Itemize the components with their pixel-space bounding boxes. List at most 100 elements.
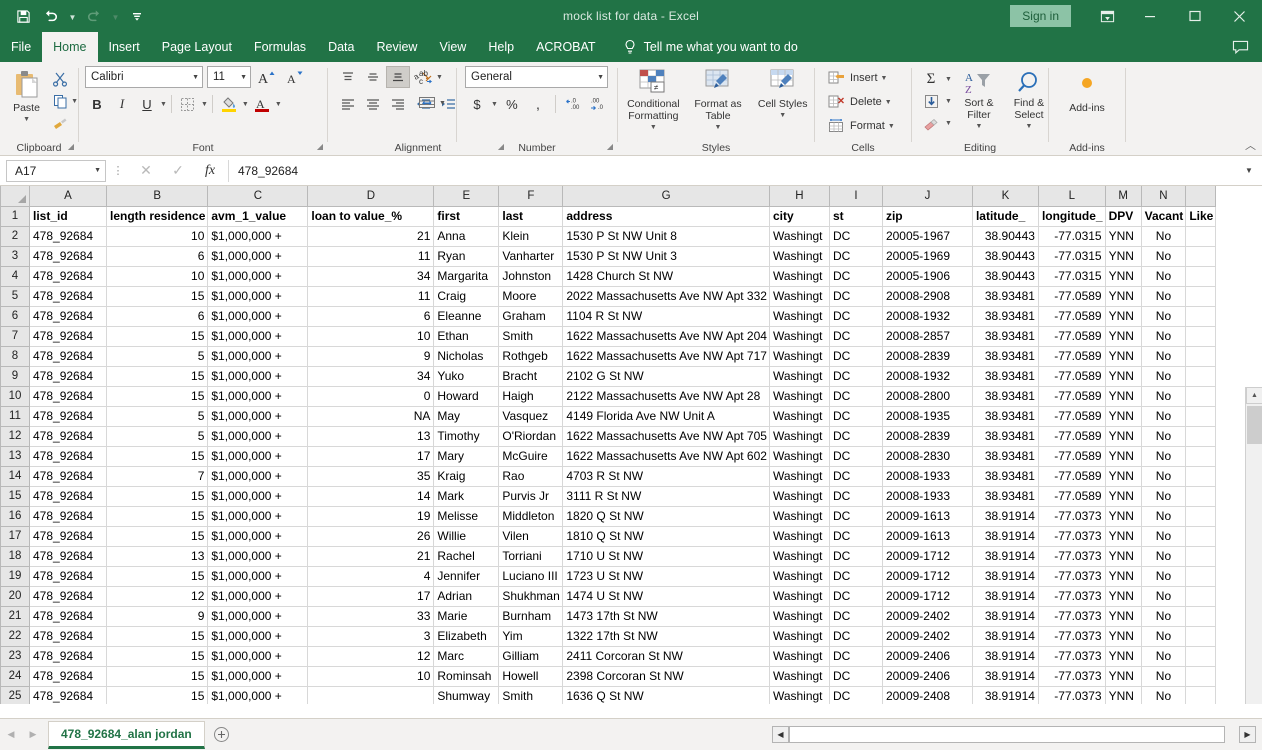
table-cell[interactable]: DC — [829, 466, 883, 487]
table-cell[interactable]: Willie — [433, 526, 500, 547]
table-cell[interactable]: -77.0373 — [1038, 626, 1106, 647]
table-cell[interactable]: 15 — [106, 366, 209, 387]
table-cell[interactable]: 4149 Florida Ave NW Unit A — [562, 406, 770, 427]
table-cell[interactable]: 20009-2402 — [882, 606, 973, 627]
table-cell[interactable]: No — [1141, 386, 1187, 407]
table-cell[interactable]: DC — [829, 386, 883, 407]
table-cell[interactable]: YNN — [1105, 466, 1142, 487]
table-cell[interactable]: 20008-1932 — [882, 366, 973, 387]
table-cell[interactable]: Mark — [433, 486, 500, 507]
table-cell[interactable]: Burnham — [498, 606, 564, 627]
table-cell[interactable]: Yuko — [433, 366, 500, 387]
table-cell[interactable]: 478_92684 — [29, 526, 107, 547]
table-cell[interactable]: 3 — [307, 626, 435, 647]
table-cell[interactable]: Anna — [433, 226, 500, 247]
table-cell[interactable]: 20009-1613 — [882, 526, 973, 547]
table-cell[interactable]: 5 — [106, 346, 209, 367]
clear-button[interactable]: ▼ — [918, 113, 954, 134]
table-cell[interactable] — [1185, 526, 1217, 547]
table-cell[interactable]: 1710 U St NW — [562, 546, 770, 567]
table-cell[interactable]: Washingt — [769, 266, 830, 287]
table-cell[interactable]: $1,000,000 + — [207, 566, 309, 587]
table-cell[interactable]: 12 — [106, 586, 209, 607]
table-cell[interactable]: Washingt — [769, 446, 830, 467]
row-header-13[interactable]: 13 — [0, 445, 30, 467]
table-cell[interactable]: Gilliam — [498, 646, 564, 667]
bold-button[interactable]: B — [85, 93, 109, 115]
table-cell[interactable]: 20005-1967 — [882, 226, 973, 247]
font-dialog-launcher[interactable]: ◢ — [317, 139, 323, 155]
table-cell[interactable]: 12 — [307, 646, 435, 667]
table-cell[interactable] — [1185, 426, 1217, 447]
table-cell[interactable]: YNN — [1105, 266, 1142, 287]
table-cell[interactable]: $1,000,000 + — [207, 646, 309, 667]
table-cell[interactable] — [1185, 666, 1217, 687]
table-cell[interactable]: Marc — [433, 646, 500, 667]
tab-home[interactable]: Home — [42, 32, 98, 62]
fill-dropdown-icon[interactable]: ▼ — [945, 98, 952, 105]
table-cell[interactable]: 20009-1613 — [882, 506, 973, 527]
table-cell[interactable]: No — [1141, 646, 1187, 667]
table-cell[interactable]: 38.93481 — [972, 366, 1039, 387]
table-cell[interactable]: Washingt — [769, 526, 830, 547]
table-cell[interactable] — [1185, 506, 1217, 527]
tab-acrobat[interactable]: ACROBAT — [525, 32, 607, 62]
table-cell[interactable]: No — [1141, 606, 1187, 627]
row-header-22[interactable]: 22 — [0, 625, 30, 647]
ribbon-display-options-icon[interactable] — [1087, 0, 1127, 32]
table-cell[interactable]: -77.0373 — [1038, 526, 1106, 547]
table-cell[interactable]: Washingt — [769, 546, 830, 567]
table-cell[interactable]: DC — [829, 566, 883, 587]
table-cell[interactable]: Torriani — [498, 546, 564, 567]
table-cell[interactable]: Washingt — [769, 386, 830, 407]
table-cell[interactable]: Margarita — [433, 266, 500, 287]
table-cell[interactable]: $1,000,000 + — [207, 626, 309, 647]
table-cell[interactable]: Luciano III — [498, 566, 564, 587]
table-cell[interactable]: Washingt — [769, 246, 830, 267]
vertical-scroll-thumb[interactable] — [1247, 406, 1262, 444]
table-cell[interactable]: Washingt — [769, 326, 830, 347]
table-cell[interactable]: DC — [829, 266, 883, 287]
table-cell[interactable]: 15 — [106, 566, 209, 587]
table-cell[interactable]: 38.90443 — [972, 226, 1039, 247]
table-cell[interactable] — [1185, 446, 1217, 467]
table-cell[interactable]: 38.91914 — [972, 606, 1039, 627]
table-cell[interactable]: YNN — [1105, 286, 1142, 307]
table-cell[interactable]: 20008-2857 — [882, 326, 973, 347]
column-header-d[interactable]: D — [307, 186, 435, 207]
table-cell[interactable]: -77.0589 — [1038, 366, 1106, 387]
column-header-m[interactable]: M — [1104, 186, 1142, 207]
font-size-combo[interactable]: 11 ▼ — [207, 66, 251, 88]
table-cell[interactable]: 20009-2406 — [882, 666, 973, 687]
table-cell[interactable]: 10 — [106, 226, 209, 247]
table-cell[interactable]: 15 — [106, 286, 209, 307]
table-cell[interactable] — [1185, 686, 1217, 704]
table-cell[interactable]: $1,000,000 + — [207, 366, 309, 387]
horizontal-scrollbar[interactable]: ◀ ▶ — [772, 726, 1262, 743]
table-cell[interactable]: $1,000,000 + — [207, 546, 309, 567]
table-cell[interactable] — [1185, 286, 1217, 307]
font-color-icon[interactable]: A — [250, 93, 274, 115]
table-cell[interactable]: 20009-2408 — [882, 686, 973, 704]
table-cell[interactable]: No — [1141, 346, 1187, 367]
table-cell[interactable]: Nicholas — [433, 346, 500, 367]
table-cell[interactable]: Washingt — [769, 626, 830, 647]
align-middle-icon[interactable] — [361, 66, 385, 88]
header-cell[interactable]: Like — [1185, 206, 1217, 227]
comments-icon[interactable] — [1218, 32, 1262, 62]
fill-color-dropdown-icon[interactable]: ▼ — [242, 101, 249, 108]
decrease-font-size-icon[interactable]: A — [283, 66, 307, 88]
scroll-right-button[interactable]: ▶ — [1239, 726, 1256, 743]
table-cell[interactable]: -77.0373 — [1038, 686, 1106, 704]
table-cell[interactable]: Johnston — [498, 266, 564, 287]
find-select-button[interactable]: Find & Select ▼ — [1004, 69, 1054, 134]
table-cell[interactable]: -77.0589 — [1038, 426, 1106, 447]
table-cell[interactable]: YNN — [1105, 306, 1142, 327]
font-name-combo[interactable]: Calibri ▼ — [85, 66, 203, 88]
table-cell[interactable]: 478_92684 — [29, 546, 107, 567]
table-cell[interactable]: Shumway — [433, 686, 500, 704]
header-cell[interactable]: last — [498, 206, 564, 227]
table-cell[interactable]: $1,000,000 + — [207, 246, 309, 267]
column-header-n[interactable]: N — [1140, 186, 1187, 207]
delete-cells-button[interactable]: Delete ▼ — [823, 91, 897, 113]
